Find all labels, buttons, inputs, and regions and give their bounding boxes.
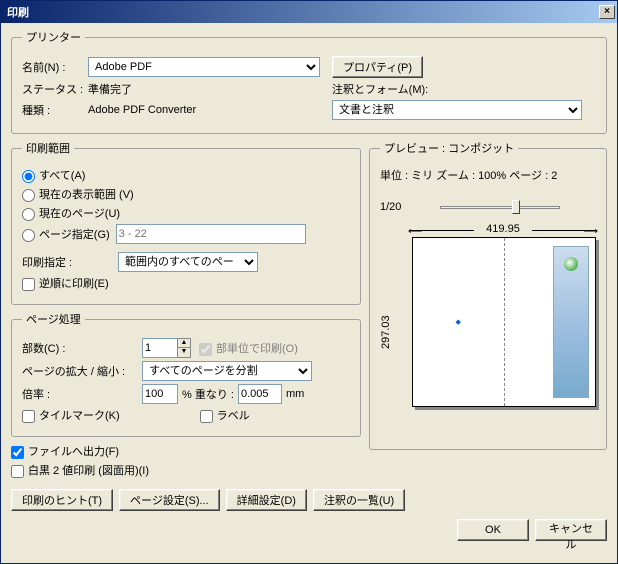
arrow-left-icon: ⟵ (408, 226, 422, 237)
printer-name-select[interactable]: Adobe PDF (88, 57, 320, 77)
brand-mark: ◆ (456, 318, 461, 326)
ok-button[interactable]: OK (457, 519, 529, 541)
pages-input[interactable] (116, 224, 306, 244)
title: 印刷 (7, 4, 29, 20)
comment-form-label: 注釈とフォーム(M): (332, 81, 428, 97)
zoom-input[interactable] (142, 384, 178, 404)
spin-down-icon[interactable]: ▼ (177, 348, 191, 358)
zoom-slider[interactable] (440, 197, 560, 217)
cancel-button[interactable]: キャンセル (535, 519, 607, 541)
overlap-unit: mm (286, 388, 304, 400)
bw-check[interactable]: 白黒 2 値印刷 (図面用)(I) (11, 462, 149, 478)
label-check[interactable]: ラベル (200, 407, 250, 423)
overlap-input[interactable] (238, 384, 282, 404)
subset-label: 印刷指定 : (22, 254, 118, 270)
handling-legend: ページ処理 (22, 311, 85, 327)
preview-legend: プレビュー : コンポジット (380, 140, 518, 156)
spin-up-icon[interactable]: ▲ (177, 338, 191, 348)
comment-form-select[interactable]: 文書と注釈 (332, 100, 582, 120)
printer-legend: プリンター (22, 29, 85, 45)
preview-height: 297.03 (380, 315, 392, 349)
thumb-image (553, 246, 589, 398)
status-label: ステータス : (22, 81, 88, 97)
scaling-label: ページの拡大 / 縮小 : (22, 363, 142, 379)
scaling-select[interactable]: すべてのページを分割 (142, 361, 312, 381)
range-pages[interactable]: ページ指定(G) (22, 226, 110, 242)
comments-button[interactable]: 注釈の一覧(U) (313, 489, 405, 511)
advanced-button[interactable]: 詳細設定(D) (226, 489, 307, 511)
preview-canvas: ⟵ 419.95 ⟶ 297.03 ◆ (380, 237, 596, 427)
to-file-check[interactable]: ファイルへ出力(F) (11, 443, 119, 459)
print-dialog: 印刷 × プリンター 名前(N) : Adobe PDF プロパティ(P) ステ… (0, 0, 618, 564)
range-current-view[interactable]: 現在の表示範囲 (V) (22, 186, 134, 202)
overlap-label: % 重なり : (182, 386, 234, 402)
tilemark-check[interactable]: タイルマーク(K) (22, 407, 120, 423)
range-legend: 印刷範囲 (22, 140, 74, 156)
arrow-right-icon: ⟶ (584, 226, 598, 237)
name-label: 名前(N) : (22, 59, 88, 75)
preview-fraction: 1/20 (380, 201, 440, 213)
copies-label: 部数(C) : (22, 340, 142, 356)
range-current-page[interactable]: 現在のページ(U) (22, 205, 120, 221)
zoom-label: 倍率 : (22, 386, 142, 402)
subset-select[interactable]: 範囲内のすべてのペー (118, 252, 258, 272)
handling-group: ページ処理 部数(C) : ▲ ▼ 部単位で印刷(O) ページの拡大 / 縮小 … (11, 311, 361, 437)
range-group: 印刷範囲 すべて(A) 現在の表示範囲 (V) 現在のページ(U) ページ指定(… (11, 140, 361, 305)
hints-button[interactable]: 印刷のヒント(T) (11, 489, 113, 511)
preview-group: プレビュー : コンポジット 単位 : ミリ ズーム : 100% ページ : … (369, 140, 607, 450)
printer-group: プリンター 名前(N) : Adobe PDF プロパティ(P) ステータス :… (11, 29, 607, 134)
type-value: Adobe PDF Converter (88, 104, 332, 116)
reverse-check[interactable]: 逆順に印刷(E) (22, 275, 109, 291)
properties-button[interactable]: プロパティ(P) (332, 56, 423, 78)
range-all[interactable]: すべて(A) (22, 167, 85, 183)
copies-input[interactable] (142, 338, 178, 358)
type-label: 種類 : (22, 102, 88, 118)
close-icon[interactable]: × (599, 5, 615, 19)
preview-width: 419.95 (486, 223, 520, 235)
preview-units: 単位 : ミリ ズーム : 100% ページ : 2 (380, 167, 557, 183)
titlebar: 印刷 × (1, 1, 617, 23)
collate-check: 部単位で印刷(O) (199, 340, 298, 356)
page-setup-button[interactable]: ページ設定(S)... (119, 489, 220, 511)
status-value: 準備完了 (88, 81, 332, 97)
